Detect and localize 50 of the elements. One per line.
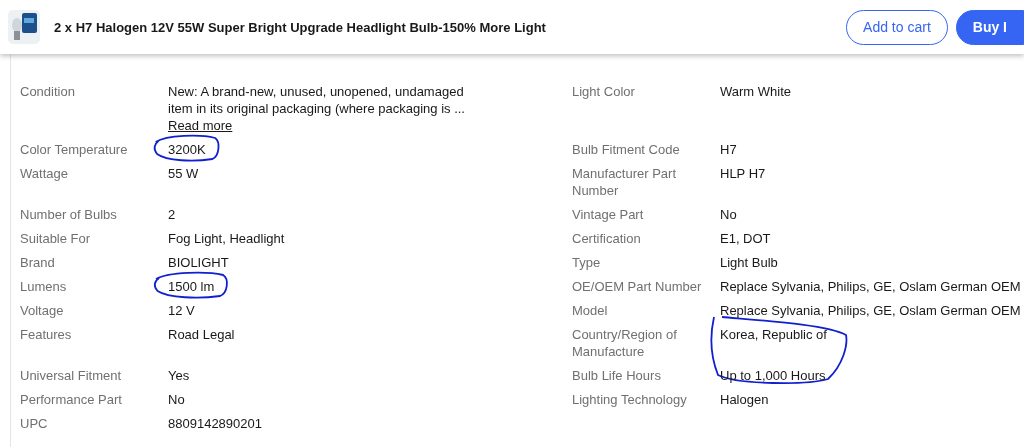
spec-value: New: A brand-new, unused, unopened, undamaged item in its original packaging (where packaging is ... (168, 84, 465, 116)
spec-label: Light Color (572, 83, 636, 101)
spec-value: No (168, 392, 185, 407)
buy-button[interactable]: Buy I (955, 9, 1024, 45)
spec-label: Certification (572, 230, 642, 247)
spec-value: BIOLIGHT (168, 255, 229, 270)
spec-label: Type (572, 254, 602, 271)
spec-value: 1500 lm (168, 279, 215, 294)
spec-value: 3200K (168, 142, 206, 157)
spec-value: Warm White (720, 84, 792, 99)
add-to-cart-button[interactable]: Add to cart (846, 9, 948, 45)
spec-value: E1, DOT (720, 231, 771, 246)
spec-label: OE/OEM Part Number (572, 278, 703, 295)
spec-value: 55 W (168, 166, 199, 181)
spec-value: Fog Light, Headlight (168, 231, 285, 246)
spec-value: 8809142890201 (168, 416, 262, 431)
spec-label: Manufacturer Part Number (572, 165, 678, 199)
spec-label: Brand (20, 254, 56, 271)
spec-label: Voltage (20, 302, 65, 319)
spec-label: Performance Part (20, 391, 123, 408)
spec-value: Road Legal (168, 327, 235, 342)
product-thumbnail (8, 10, 40, 44)
spec-label: Country/Region of Manufacture (572, 326, 678, 360)
spec-label: Features (20, 326, 73, 344)
spec-label: Suitable For (20, 230, 92, 247)
spec-value: Replace Sylvania, Philips, GE, Oslam German OEM (720, 303, 1021, 318)
spec-label: Color Temperature (20, 141, 129, 158)
spec-label: UPC (20, 415, 49, 432)
spec-value: 2 (168, 207, 176, 222)
spec-value: No (720, 207, 737, 222)
spec-label: Bulb Life Hours (572, 367, 662, 384)
spec-value: 12 V (168, 303, 195, 318)
spec-label: Lumens (20, 278, 68, 295)
spec-value: Light Bulb (720, 255, 778, 270)
product-title: 2 x H7 Halogen 12V 55W Super Bright Upgrade Headlight Bulb-150% More Light (54, 19, 547, 35)
spec-label: Lighting Technology (572, 391, 688, 408)
spec-value: Replace Sylvania, Philips, GE, Oslam German OEM (720, 279, 1021, 294)
spec-value: Yes (168, 368, 190, 383)
spec-value: H7 (720, 142, 737, 157)
spec-label: Number of Bulbs (20, 206, 118, 223)
spec-value: HLP H7 (720, 166, 766, 181)
spec-label: Universal Fitment (20, 367, 123, 384)
spec-label: Model (572, 302, 609, 319)
spec-label: Vintage Part (572, 206, 645, 223)
spec-label: Bulb Fitment Code (572, 141, 681, 158)
spec-value: Halogen (720, 392, 769, 407)
spec-value: Korea, Republic of (720, 327, 827, 342)
read-more-link[interactable]: Read more (168, 117, 233, 134)
spec-label: Condition (20, 83, 76, 101)
spec-label: Wattage (20, 165, 69, 183)
